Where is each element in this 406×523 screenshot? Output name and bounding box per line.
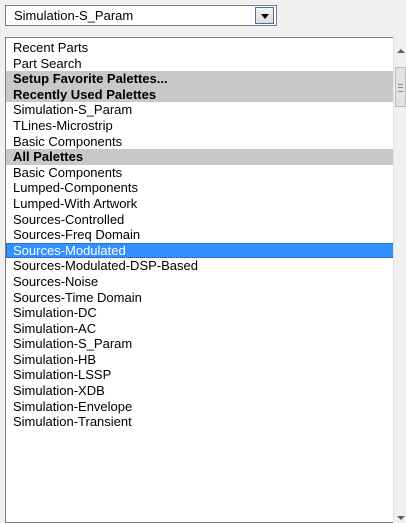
- palette-dropdown-window: Simulation-S_Param Recent Parts Part Sear…: [0, 0, 406, 523]
- list-item[interactable]: Simulation-AC: [6, 321, 394, 337]
- list-item[interactable]: Simulation-Transient: [6, 414, 394, 430]
- grip-icon: [398, 84, 403, 92]
- list-item[interactable]: Simulation-LSSP: [6, 367, 394, 383]
- list-item[interactable]: Sources-Time Domain: [6, 290, 394, 306]
- list-item[interactable]: Simulation-HB: [6, 352, 394, 368]
- list-section-header[interactable]: All Palettes: [6, 149, 394, 165]
- scroll-up-arrow-icon[interactable]: [397, 49, 405, 53]
- list-item[interactable]: TLines-Microstrip: [6, 118, 394, 134]
- chevron-down-icon[interactable]: [255, 7, 274, 24]
- list-item[interactable]: Simulation-S_Param: [6, 102, 394, 118]
- list-scrollbar[interactable]: [393, 37, 406, 523]
- list-item[interactable]: Sources-Modulated: [6, 242, 394, 259]
- scroll-thumb[interactable]: [395, 67, 406, 107]
- list-item[interactable]: Sources-Modulated-DSP-Based: [6, 258, 394, 274]
- palette-combo-value: Simulation-S_Param: [14, 8, 134, 23]
- list-item[interactable]: Lumped-With Artwork: [6, 196, 394, 212]
- list-item[interactable]: Sources-Controlled: [6, 212, 394, 228]
- list-item[interactable]: Simulation-S_Param: [6, 336, 394, 352]
- scroll-down-arrow-icon[interactable]: [397, 516, 405, 520]
- combo-toolbar: Simulation-S_Param: [0, 0, 406, 26]
- list-section-header[interactable]: Setup Favorite Palettes...: [6, 71, 394, 87]
- list-section-header[interactable]: Recently Used Palettes: [6, 86, 394, 103]
- list-item[interactable]: Part Search: [6, 56, 394, 72]
- list-item[interactable]: Simulation-DC: [6, 305, 394, 321]
- list-item[interactable]: Simulation-XDB: [6, 383, 394, 399]
- palette-list[interactable]: Recent Parts Part Search Setup Favorite Pa…: [5, 37, 394, 523]
- list-item[interactable]: Sources-Noise: [6, 274, 394, 290]
- palette-list-items: Recent Parts Part Search Setup Favorite Pa…: [6, 40, 394, 430]
- list-item[interactable]: Basic Components: [6, 165, 394, 181]
- list-item[interactable]: Recent Parts: [6, 40, 394, 56]
- list-item[interactable]: Basic Components: [6, 134, 394, 150]
- palette-combo-box[interactable]: Simulation-S_Param: [5, 5, 277, 26]
- list-item[interactable]: Simulation-Envelope: [6, 399, 394, 415]
- list-item[interactable]: Lumped-Components: [6, 180, 394, 196]
- list-item[interactable]: Sources-Freq Domain: [6, 227, 394, 243]
